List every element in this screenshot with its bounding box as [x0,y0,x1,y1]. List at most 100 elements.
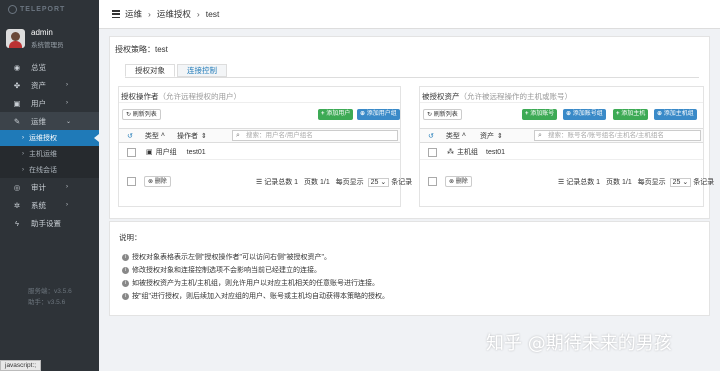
add-host-group-button[interactable]: ⊕ 添加主机组 [654,109,697,120]
nav-item-system[interactable]: ✲ 系统 › [0,196,99,214]
note-item: i 修改授权对象和连接控制选项不会影响当前已经建立的连接。 [122,265,321,275]
col-type[interactable]: 类型 [446,131,460,141]
delete-button[interactable]: ⊗ 删除 [445,176,472,187]
row-name: test01 [486,148,506,156]
tab-connection-control[interactable]: 连接控制 [177,64,227,77]
nav-label: 系统 [31,200,46,210]
add-user-group-button[interactable]: ⊕ 添加用户组 [357,109,400,120]
table-row[interactable]: ▣ 用户组 test01 [119,145,400,160]
pager-total: 记录总数 1 [566,179,601,186]
sort-both-icon[interactable]: ⇕ [201,132,207,140]
box-title-text: 被授权资产 [422,92,460,101]
refresh-button[interactable]: ↻ 刷新列表 [122,109,161,120]
breadcrumb-ops-auth[interactable]: 运维授权 [157,8,191,20]
user-group-icon: ▣ [146,149,153,156]
pager: ☰ 记录总数 1 页数 1/1 每页显示 25 ⌄ 条记录 [558,177,714,187]
tab-divider [125,77,699,78]
add-host-group-label: 添加主机组 [663,111,694,117]
tab-bar: 授权对象 连接控制 [125,64,229,77]
user-box[interactable]: admin 系统管理员 [0,18,99,58]
pager-page: 页数 1/1 [304,179,330,186]
add-account-group-label: 添加账号组 [572,111,603,117]
nav-sub-online-sessions[interactable]: › 在线会话 [0,162,99,178]
chevron-right-icon: › [22,167,24,173]
table-row[interactable]: ⁂ 主机组 test01 [420,145,703,160]
assets-title: 被授权资产（允许被远程操作的主机或账号） [422,91,572,102]
box-title-hint: （允许被远程操作的主机或账号） [459,92,573,101]
breadcrumb-separator: › [196,9,200,19]
note-item: i 授权对象表格表示左侧"授权操作者"可以访问右侧"被授权资产"。 [122,252,331,262]
delete-label: 删除 [455,179,468,185]
sort-asc-icon[interactable]: ˄ [161,132,165,139]
policy-title: 授权策略：test [115,45,168,54]
row-checkbox[interactable] [127,147,136,157]
info-icon: i [122,266,129,274]
notes-title: 说明： [119,233,142,242]
version-info: 服务端：v3.5.6 助手：v3.5.6 [0,286,72,308]
search-placeholder: 搜索：用户名/用户组名 [246,132,313,139]
operator-search-input[interactable]: ⌕ 搜索：用户名/用户组名 [232,130,398,141]
plus-icon: + [321,111,325,117]
chevron-right-icon: › [66,202,68,208]
breadcrumb-ops[interactable]: 运维 [125,8,142,20]
plus-circle-icon: ⊕ [566,111,572,117]
add-account-group-button[interactable]: ⊕ 添加账号组 [563,109,606,120]
dashboard-icon: ◉ [13,62,21,72]
select-all-checkbox[interactable] [428,177,437,186]
nav-sub-host-ops[interactable]: › 主机运维 [0,146,99,162]
operators-box: 授权操作者（允许远程授权的用户） ↻ 刷新列表 + 添加用户 ⊕ 添加用户组 ↺… [118,86,412,207]
row-checkbox[interactable] [428,147,437,157]
nav-item-overview[interactable]: ◉ 总览 [0,58,99,76]
list-icon: ☰ [558,179,565,186]
page-size-select[interactable]: 25 ⌄ [367,178,390,187]
plus-circle-icon: ⊕ [657,111,663,117]
user-role: 系统管理员 [31,41,64,49]
nav-item-ops[interactable]: ✎ 运维 ⌄ [0,112,99,130]
note-text: 授权对象表格表示左侧"授权操作者"可以访问右侧"被授权资产"。 [132,254,331,261]
sort-asc-icon[interactable]: ˄ [462,132,466,139]
refresh-button[interactable]: ↻ 刷新列表 [423,109,462,120]
nav-item-audit[interactable]: ◎ 审计 › [0,178,99,196]
user-name: admin [31,27,53,37]
box-title-text: 授权操作者 [121,92,159,101]
assist-version: 助手：v3.5.6 [28,299,66,306]
refresh-icon: ↻ [126,112,132,118]
nav-sub-label: 运维授权 [29,135,57,142]
nav-label: 总览 [31,62,46,72]
pager-per: 每页显示 [335,179,364,186]
nav-label: 运维 [31,116,46,126]
note-text: 按"组"进行授权，则后续加入对应组的用户、账号或主机均自动获得本策略的授权。 [132,293,389,300]
page-size-select[interactable]: 25 ⌄ [669,178,692,187]
pager-per: 每页显示 [637,179,666,186]
chevron-right-icon: › [66,82,68,88]
col-asset: 资产 [479,132,494,140]
nav-sub-ops-auth[interactable]: › 运维授权 [0,130,99,146]
add-user-button[interactable]: + 添加用户 [318,109,354,120]
menu-toggle-icon[interactable] [112,10,120,18]
reload-icon[interactable]: ↺ [428,132,434,140]
breadcrumb-current: test [205,9,220,19]
reload-icon[interactable]: ↺ [127,132,133,140]
teleport-logo-icon [8,4,17,14]
cubes-icon: ✤ [13,80,21,90]
nav-item-assist[interactable]: ϟ 助手设置 [0,214,99,232]
info-icon: i [122,279,129,287]
bolt-icon: ϟ [15,218,19,228]
add-account-button[interactable]: + 添加账号 [522,109,558,120]
search-icon: ⌕ [538,132,542,139]
asset-search-input[interactable]: ⌕ 搜索：账号名/账号组名/主机名/主机组名 [534,130,701,141]
delete-button[interactable]: ⊗ 删除 [144,176,171,187]
add-host-button[interactable]: + 添加主机 [613,109,649,120]
sidebar: TELEPORT admin 系统管理员 ◉ 总览 ✤ 资产 › ▣ 用户 › … [0,0,99,371]
avatar[interactable] [6,28,25,48]
logo-text: TELEPORT [20,5,66,13]
nav-item-users[interactable]: ▣ 用户 › [0,94,99,112]
server-version: 服务端：v3.5.6 [28,288,72,295]
close-circle-icon: ⊗ [148,179,154,185]
select-all-checkbox[interactable] [127,177,136,186]
col-type[interactable]: 类型 [145,131,159,141]
tab-auth-objects[interactable]: 授权对象 [125,64,175,77]
note-item: i 按"组"进行授权，则后续加入对应组的用户、账号或主机均自动获得本策略的授权。 [122,291,389,301]
nav-item-assets[interactable]: ✤ 资产 › [0,76,99,94]
sort-both-icon[interactable]: ⇕ [497,132,503,140]
